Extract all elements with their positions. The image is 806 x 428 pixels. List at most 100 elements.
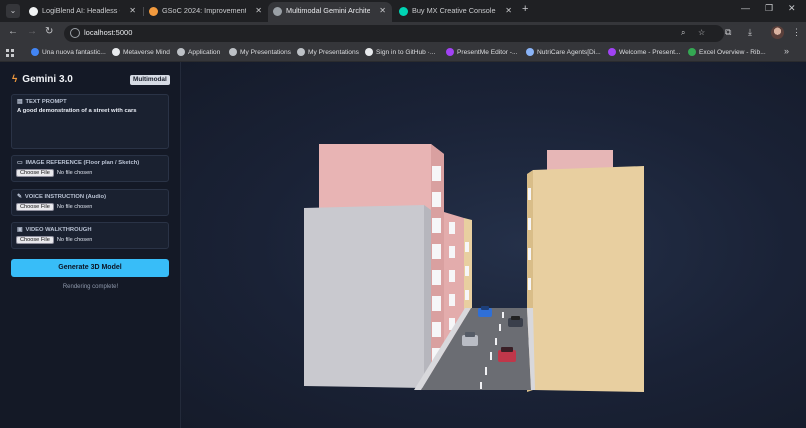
- image-reference-label: ▭ IMAGE REFERENCE (Floor plan / Sketch): [17, 160, 139, 166]
- brand-title: Gemini 3.0: [22, 74, 73, 85]
- tab-strip: ⌄ LogiBlend AI: Headless Creatio ✕ GSoC …: [0, 0, 806, 22]
- close-tab-icon[interactable]: ✕: [379, 2, 386, 20]
- forward-arrow-icon[interactable]: →: [27, 26, 37, 37]
- multimodal-badge: Multimodal: [130, 75, 170, 85]
- bookmark-label: PresentMe Editor -...: [457, 49, 518, 56]
- video-walkthrough-label: ▣ VIDEO WALKTHROUGH: [17, 227, 92, 233]
- close-tab-icon[interactable]: ✕: [129, 2, 136, 20]
- more-bookmarks-icon[interactable]: »: [784, 46, 789, 56]
- tan-building-right: [533, 166, 644, 392]
- menu-kebab-icon[interactable]: ⋮: [792, 27, 801, 38]
- bookmark-label: Application: [188, 49, 221, 56]
- downloads-icon[interactable]: ⤓: [748, 27, 752, 38]
- bookmark-item[interactable]: My Presentations: [229, 47, 291, 58]
- globe-icon: [177, 48, 185, 56]
- browser-toolbar: ← → ↻ localhost:5000 ⌕ ☆ ⧉ ⤓ ⋮: [0, 22, 806, 44]
- google-icon: [31, 48, 39, 56]
- url-text[interactable]: localhost:5000: [84, 28, 132, 37]
- bookmark-label: Excel Overview - Rib...: [699, 49, 766, 56]
- excel-icon: [688, 48, 696, 56]
- file-status: No file chosen: [56, 237, 93, 243]
- bookmark-item[interactable]: Excel Overview - Rib...: [688, 47, 766, 58]
- image-icon: ▭: [17, 160, 23, 166]
- presentme-icon: [608, 48, 616, 56]
- globe-icon: [229, 48, 237, 56]
- label-text: VOICE INSTRUCTION (Audio): [24, 194, 107, 200]
- gsoc-favicon-icon: [149, 7, 158, 16]
- tab-gsoc[interactable]: GSoC 2024: Improvements to th ✕: [144, 2, 268, 22]
- logiblend-favicon-icon: [29, 7, 38, 16]
- minimize-icon[interactable]: —: [741, 3, 750, 13]
- text-prompt-label: ▤ TEXT PROMPT: [17, 99, 67, 105]
- bookmark-label: Sign in to GitHub ·...: [376, 49, 436, 56]
- tab-multimodal-gemini[interactable]: Multimodal Gemini Architect ✕: [268, 2, 392, 22]
- new-tab-button[interactable]: +: [522, 3, 528, 15]
- video-file-input: Choose File No file chosen: [16, 236, 92, 245]
- tab-logitech[interactable]: Buy MX Creative Console | Log ✕: [394, 2, 518, 22]
- bookmark-label: Metaverse Mind: [123, 49, 170, 56]
- tab-logiblend[interactable]: LogiBlend AI: Headless Creatio ✕: [24, 2, 142, 22]
- close-window-icon[interactable]: ✕: [788, 3, 796, 14]
- bookmark-item[interactable]: My Presentations: [297, 47, 359, 58]
- close-tab-icon[interactable]: ✕: [505, 2, 512, 20]
- control-sidebar: ϟ Gemini 3.0 Multimodal ▤ TEXT PROMPT A go…: [0, 62, 181, 428]
- back-arrow-icon[interactable]: ←: [8, 26, 18, 37]
- address-bar[interactable]: localhost:5000 ⌕ ☆: [64, 25, 724, 42]
- street-scene-render: [304, 144, 644, 392]
- bookmark-item[interactable]: Metaverse Mind: [112, 47, 170, 58]
- grey-building-front: [304, 205, 424, 388]
- profile-avatar[interactable]: [771, 26, 784, 39]
- label-text: VIDEO WALKTHROUGH: [25, 227, 92, 233]
- microphone-icon: ✎: [17, 194, 22, 200]
- tan-building-roof-block: [547, 150, 613, 170]
- bookmark-item[interactable]: Application: [177, 47, 220, 58]
- render-status: Rendering complete!: [62, 284, 119, 290]
- github-icon: [365, 48, 373, 56]
- restore-icon[interactable]: ❐: [765, 3, 773, 14]
- bookmark-label: My Presentations: [240, 49, 291, 56]
- bookmark-item[interactable]: Sign in to GitHub ·...: [365, 47, 435, 58]
- tab-title: Buy MX Creative Console | Log: [412, 6, 496, 15]
- choose-file-button[interactable]: Choose File: [16, 169, 54, 177]
- image-reference-card: ▭ IMAGE REFERENCE (Floor plan / Sketch) C…: [11, 155, 169, 182]
- choose-file-button[interactable]: Choose File: [16, 203, 54, 211]
- logitech-favicon-icon: [399, 7, 408, 16]
- video-icon: ▣: [17, 227, 23, 233]
- bookmark-star-icon[interactable]: ☆: [698, 28, 705, 37]
- bookmark-item[interactable]: PresentMe Editor -...: [446, 47, 517, 58]
- choose-file-button[interactable]: Choose File: [16, 236, 54, 244]
- label-text: IMAGE REFERENCE (Floor plan / Sketch): [25, 160, 140, 166]
- globe-icon: [297, 48, 305, 56]
- triangle-logo-icon: [112, 48, 120, 56]
- close-tab-icon[interactable]: ✕: [255, 2, 262, 20]
- bookmark-label: Welcome - Present...: [619, 49, 681, 56]
- tab-title: LogiBlend AI: Headless Creatio: [42, 6, 120, 15]
- bookmark-item[interactable]: Welcome - Present...: [608, 47, 680, 58]
- reload-icon[interactable]: ↻: [45, 26, 53, 37]
- 3d-viewport[interactable]: [181, 62, 806, 428]
- tab-search-button[interactable]: ⌄: [6, 4, 20, 18]
- generate-3d-model-button[interactable]: Generate 3D Model: [11, 259, 169, 277]
- image-file-input: Choose File No file chosen: [16, 169, 92, 178]
- bookmarks-bar: Una nuova fantastic... Metaverse Mind Ap…: [0, 44, 806, 62]
- blue-car: [478, 306, 492, 317]
- file-status: No file chosen: [56, 204, 93, 210]
- site-info-icon[interactable]: [70, 28, 80, 38]
- voice-instruction-card: ✎ VOICE INSTRUCTION (Audio) Choose File No…: [11, 189, 169, 216]
- zoom-icon[interactable]: ⌕: [681, 28, 685, 38]
- text-prompt-card: ▤ TEXT PROMPT A good demonstration of a s…: [11, 94, 169, 149]
- text-prompt-input[interactable]: A good demonstration of a street with ca…: [17, 108, 137, 114]
- bookmark-label: NutriCare Agents[Di...: [537, 49, 601, 56]
- file-status: No file chosen: [56, 170, 93, 176]
- bookmark-item[interactable]: Una nuova fantastic...: [31, 47, 106, 58]
- video-walkthrough-card: ▣ VIDEO WALKTHROUGH Choose File No file ch…: [11, 222, 169, 249]
- voice-instruction-label: ✎ VOICE INSTRUCTION (Audio): [17, 194, 106, 200]
- apps-grid-icon[interactable]: [6, 49, 14, 57]
- nutricare-icon: [526, 48, 534, 56]
- bookmark-label: Una nuova fantastic...: [42, 49, 106, 56]
- voice-file-input: Choose File No file chosen: [16, 203, 92, 212]
- extensions-icon[interactable]: ⧉: [725, 27, 731, 38]
- label-text: TEXT PROMPT: [25, 99, 67, 105]
- bookmark-label: My Presentations: [308, 49, 359, 56]
- bookmark-item[interactable]: NutriCare Agents[Di...: [526, 47, 601, 58]
